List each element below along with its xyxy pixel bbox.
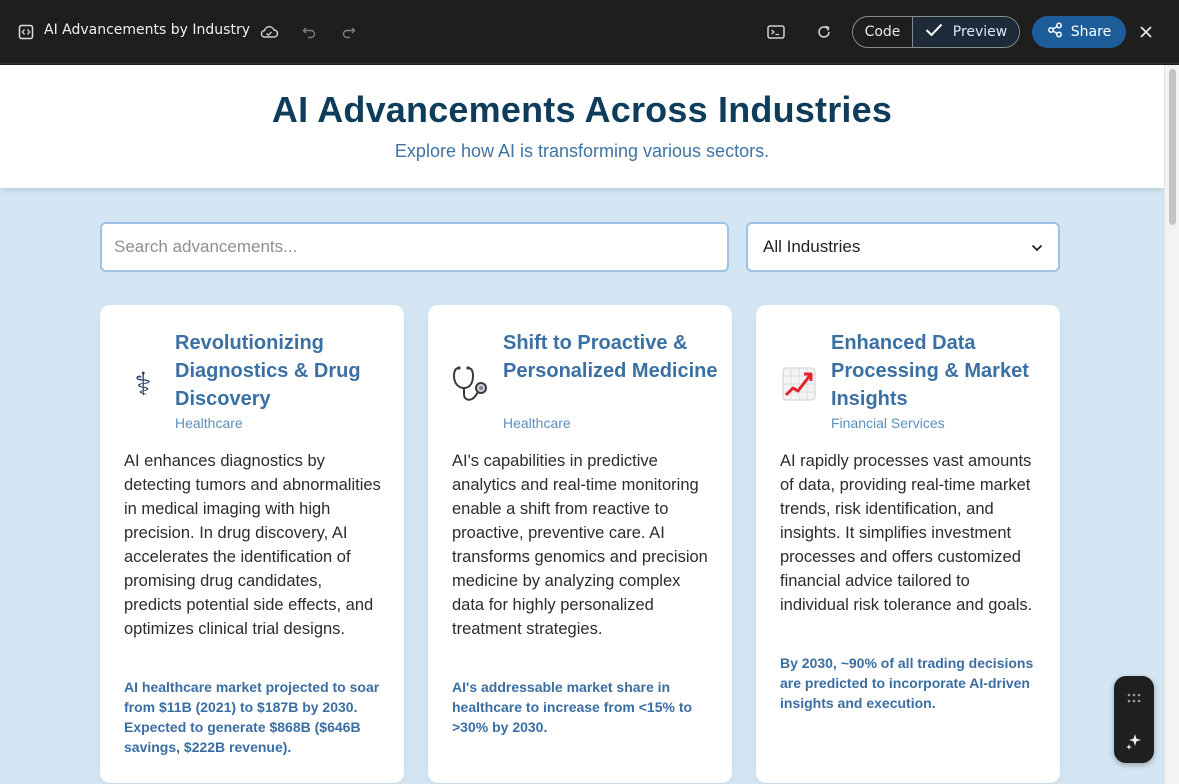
console-icon[interactable] [766, 22, 786, 42]
card-title: Shift to Proactive & Personalized Medici… [503, 332, 718, 382]
card-sector: Healthcare [503, 415, 571, 431]
drag-handle-icon[interactable] [1126, 690, 1142, 706]
undo-icon[interactable] [300, 23, 318, 41]
advancement-card: Enhanced Data Processing & Market Insigh… [756, 305, 1060, 783]
view-mode-toggle: Code Preview [852, 16, 1020, 48]
advancement-card: ⚕ Revolutionizing Diagnostics & Drug Dis… [100, 305, 404, 783]
card-title: Enhanced Data Processing & Market Insigh… [831, 332, 1029, 410]
code-tab-label: Code [864, 24, 901, 40]
caduceus-icon: ⚕ [134, 365, 152, 403]
card-description: AI rapidly processes vast amounts of dat… [780, 452, 1033, 614]
industry-select-value: All Industries [763, 237, 861, 256]
stethoscope-icon [448, 361, 494, 407]
page-title: AI Advancements Across Industries [271, 89, 893, 130]
refresh-icon[interactable] [814, 22, 834, 42]
card-stat: AI's addressable market share in healthc… [452, 679, 693, 735]
card-title: Revolutionizing Diagnostics & Drug Disco… [175, 332, 361, 410]
page-subtitle: Explore how AI is transforming various s… [394, 141, 770, 161]
code-file-icon [16, 22, 36, 42]
redo-icon[interactable] [340, 23, 358, 41]
scrollbar-thumb[interactable] [1169, 69, 1176, 225]
app-toolbar: AI Advancements by Industry Code Preview… [0, 0, 1179, 64]
card-sector: Financial Services [831, 415, 945, 431]
card-stat: By 2030, ~90% of all trading decisions a… [780, 655, 1034, 711]
close-icon[interactable] [1136, 22, 1156, 42]
card-description: AI enhances diagnostics by detecting tum… [124, 452, 381, 638]
floating-toolbar [1114, 676, 1154, 763]
page-header: AI Advancements Across Industries Explor… [0, 65, 1164, 188]
share-button[interactable]: Share [1032, 16, 1126, 48]
search-input[interactable] [100, 222, 729, 272]
share-label: Share [1070, 24, 1112, 40]
vertical-scrollbar[interactable] [1164, 65, 1179, 784]
preview-viewport: AI Advancements Across Industries Explor… [0, 65, 1164, 784]
document-title: AI Advancements by Industry [44, 22, 250, 38]
preview-tab-label: Preview [952, 24, 1008, 40]
sparkle-icon[interactable] [1125, 732, 1143, 750]
card-stat: AI healthcare market projected to soar f… [124, 679, 380, 755]
code-tab-button[interactable]: Code [853, 17, 913, 47]
checkmark-icon [925, 23, 943, 41]
card-description: AI's capabilities in predictive analytic… [452, 452, 708, 638]
card-sector: Healthcare [175, 415, 243, 431]
industry-select[interactable]: All Industries [746, 222, 1060, 272]
cloud-save-icon[interactable] [258, 22, 280, 42]
advancement-card: Shift to Proactive & Personalized Medici… [428, 305, 732, 783]
chevron-down-icon [1031, 237, 1043, 257]
share-icon [1047, 22, 1063, 42]
preview-tab-button[interactable]: Preview [913, 17, 1019, 47]
chart-increasing-icon [776, 361, 822, 407]
